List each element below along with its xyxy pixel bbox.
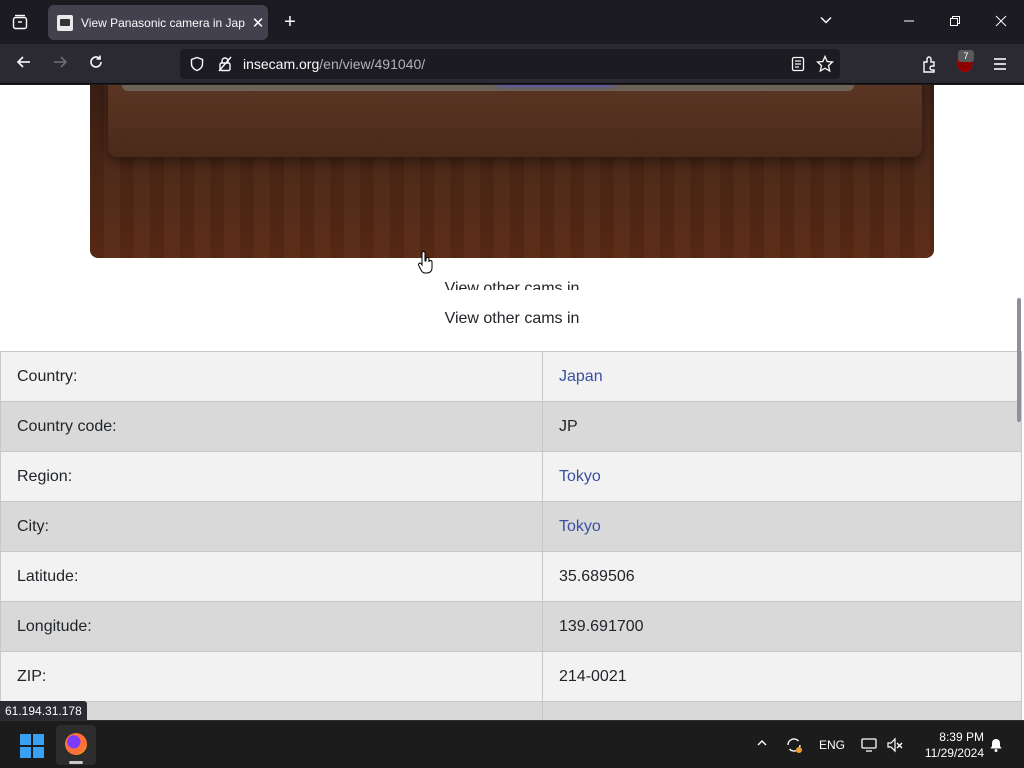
row-label: Country: (0, 351, 543, 402)
new-tab-icon[interactable]: + (278, 10, 302, 34)
sync-update-icon[interactable] (782, 733, 806, 757)
notification-bell-icon[interactable] (986, 733, 1006, 757)
country-link[interactable]: Japan (559, 368, 603, 385)
table-row (0, 701, 1022, 720)
tab-list-icon[interactable] (8, 10, 32, 34)
view-other-cams-link-partial[interactable]: View other cams in (0, 279, 1024, 290)
tray-overflow-chevron-icon[interactable] (752, 733, 772, 757)
region-link[interactable]: Tokyo (559, 468, 601, 485)
city-link[interactable]: Tokyo (559, 518, 601, 535)
clock-date: 11/29/2024 (924, 746, 984, 760)
camera-info-table: Country: Japan Country code: JP Region: … (0, 351, 1022, 720)
taskbar-clock[interactable]: 8:39 PM 11/29/2024 (916, 729, 984, 761)
row-label: Longitude: (0, 601, 543, 652)
clock-time: 8:39 PM (939, 730, 984, 744)
row-value-partial (542, 701, 1022, 720)
close-window-icon[interactable] (989, 10, 1013, 34)
tab-bar: View Panasonic camera in Japan ✕ + (0, 0, 1024, 44)
table-row: City: Tokyo (0, 501, 1022, 552)
list-all-tabs-chevron-icon[interactable] (814, 10, 838, 34)
hand-cursor-icon (417, 251, 433, 274)
view-other-cams-text: View other cams in (444, 310, 580, 327)
table-row: Longitude: 139.691700 (0, 601, 1022, 652)
restore-icon[interactable] (943, 10, 967, 34)
firefox-taskbar-icon[interactable] (56, 725, 96, 765)
row-value: JP (542, 401, 1022, 452)
back-arrow-icon[interactable] (12, 52, 36, 76)
bookmark-star-icon[interactable] (815, 54, 835, 78)
row-label: Country code: (0, 401, 543, 452)
row-value: 139.691700 (542, 601, 1022, 652)
address-bar[interactable]: insecam.org/en/view/491040/ (180, 49, 840, 79)
language-indicator[interactable]: ENG (816, 733, 848, 757)
site-favicon-icon (57, 14, 73, 31)
row-value: Japan (542, 351, 1022, 402)
table-row: Country: Japan (0, 351, 1022, 402)
minimize-icon[interactable] (897, 10, 921, 34)
table-row: Region: Tokyo (0, 451, 1022, 502)
extensions-puzzle-icon[interactable] (918, 52, 942, 76)
link-status-tooltip: 61.194.31.178 (0, 701, 87, 721)
row-label: Region: (0, 451, 543, 502)
url-text[interactable]: insecam.org/en/view/491040/ (243, 56, 425, 72)
table-row: Latitude: 35.689506 (0, 551, 1022, 602)
view-other-cams-partial-text: View other cams in (444, 280, 580, 290)
page-scrollbar[interactable] (1017, 298, 1021, 422)
camera-feed-image[interactable] (90, 85, 934, 258)
windows-start-icon[interactable] (20, 734, 44, 758)
navigation-toolbar: insecam.org/en/view/491040/ (0, 44, 1024, 84)
hamburger-menu-icon[interactable] (988, 52, 1012, 76)
table-row: ZIP: 214-0021 (0, 651, 1022, 702)
lock-warning-icon[interactable] (217, 56, 233, 77)
row-value: 35.689506 (542, 551, 1022, 602)
network-monitor-icon[interactable] (858, 733, 880, 757)
camera-device-shape (108, 85, 922, 157)
row-label: ZIP: (0, 651, 543, 702)
page-content: View other cams in View other cams in Co… (0, 85, 1024, 720)
tab-close-icon[interactable]: ✕ (249, 14, 267, 32)
table-row: Country code: JP (0, 401, 1022, 452)
row-value: Tokyo (542, 451, 1022, 502)
volume-muted-icon[interactable] (884, 733, 906, 757)
ublock-count-badge: 7 (958, 50, 974, 62)
reload-icon[interactable] (84, 52, 108, 76)
row-value: Tokyo (542, 501, 1022, 552)
url-path: /en/view/491040/ (319, 56, 426, 72)
tracking-protection-shield-icon[interactable] (189, 56, 205, 77)
row-value: 214-0021 (542, 651, 1022, 702)
row-label: Latitude: (0, 551, 543, 602)
tab-title: View Panasonic camera in Japan (81, 15, 245, 30)
tab-active[interactable]: View Panasonic camera in Japan ✕ (48, 5, 268, 40)
reader-view-icon[interactable] (790, 56, 806, 77)
url-domain: insecam.org (243, 56, 320, 72)
windows-taskbar: ENG 8:39 PM 11/29/2024 (0, 720, 1024, 768)
row-label: City: (0, 501, 543, 552)
forward-arrow-icon[interactable] (48, 52, 72, 76)
